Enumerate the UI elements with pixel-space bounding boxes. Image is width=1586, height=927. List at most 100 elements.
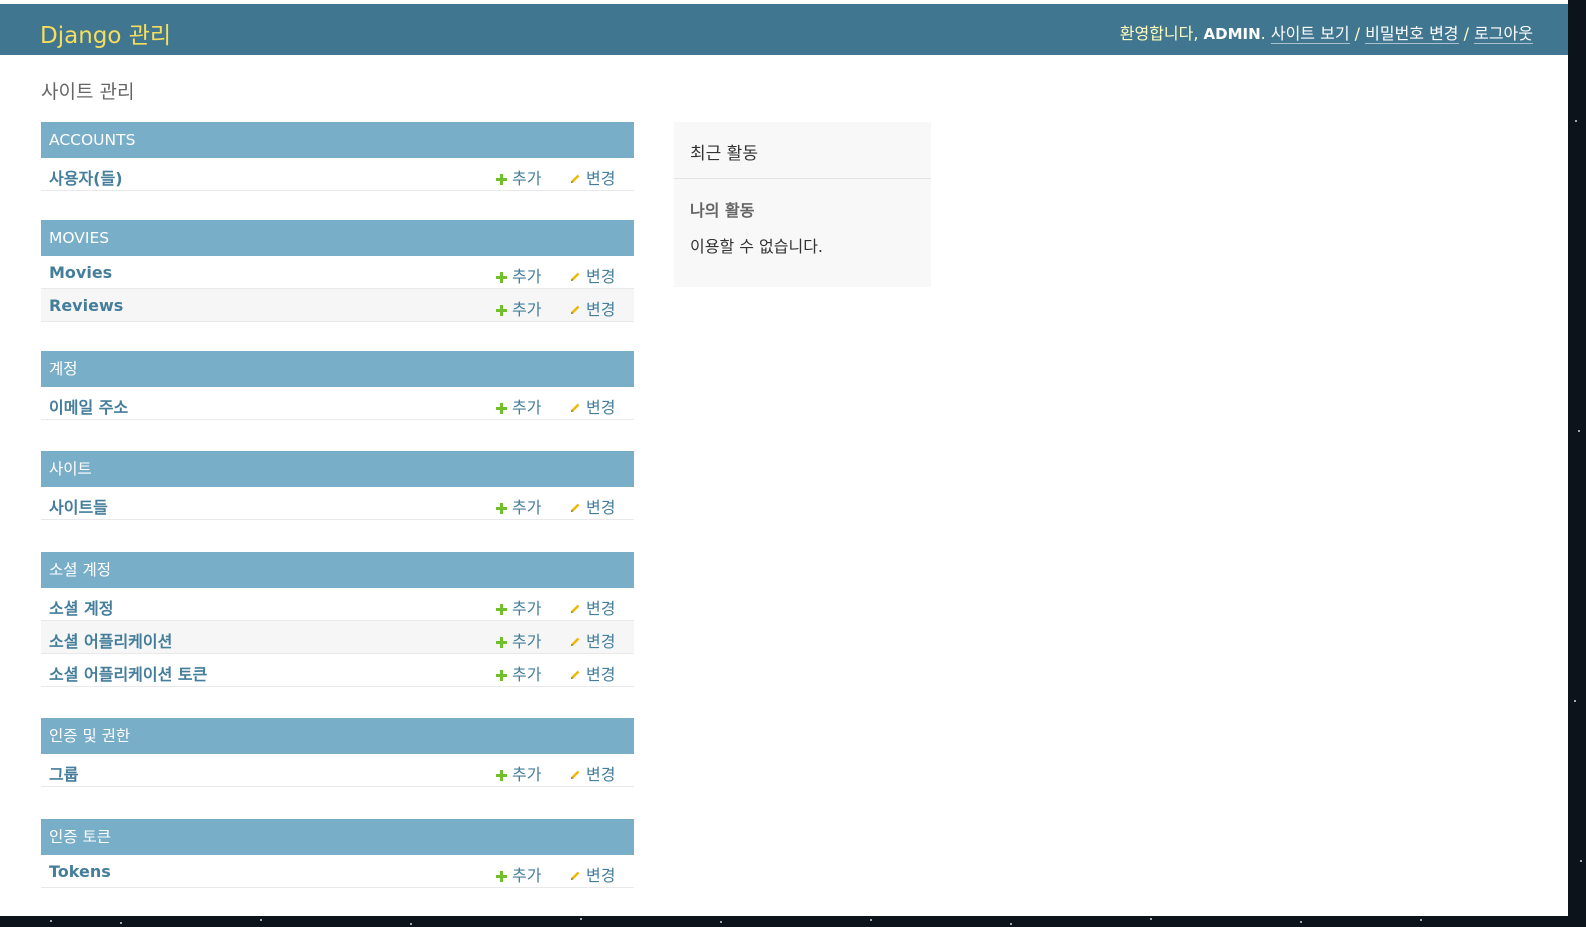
separator: /	[1354, 24, 1361, 43]
module-caption[interactable]: 사이트	[41, 451, 634, 487]
pencil-icon	[571, 637, 580, 646]
plus-icon	[496, 604, 507, 615]
change-label: 변경	[586, 866, 616, 885]
pencil-icon	[571, 305, 580, 314]
user-tools: 환영합니다, ADMIN. 사이트 보기 / 비밀번호 변경 / 로그아웃	[1120, 20, 1533, 44]
app-module: 소셜 계정 소셜 계정 추가 변경 소셜 어플리케이션 추가 변경 소셜 어플리케이션 토큰 추…	[41, 552, 634, 687]
change-link[interactable]: 변경	[569, 296, 615, 320]
change-label: 변경	[586, 498, 616, 517]
app-module: ACCOUNTS 사용자(들) 추가 변경	[41, 122, 634, 191]
plus-icon	[496, 637, 507, 648]
module-caption[interactable]: 인증 토큰	[41, 819, 634, 855]
recent-actions-title: 최근 활동	[690, 144, 758, 164]
background-star	[580, 918, 582, 920]
add-label: 추가	[512, 632, 542, 651]
change-link[interactable]: 변경	[569, 595, 615, 619]
add-link[interactable]: 추가	[496, 862, 541, 886]
site-branding[interactable]: Django 관리	[40, 16, 171, 50]
welcome-text: 환영합니다,	[1119, 24, 1199, 43]
model-link[interactable]: 그룹	[49, 761, 78, 785]
change-link[interactable]: 변경	[569, 862, 615, 886]
app-module: 인증 및 권한그룹 추가 변경	[41, 718, 634, 787]
add-link[interactable]: 추가	[496, 394, 541, 418]
background-star	[120, 922, 122, 924]
add-link[interactable]: 추가	[496, 165, 541, 189]
plus-icon	[496, 770, 507, 781]
recent-actions-panel: 최근 활동 나의 활동 이용할 수 없습니다.	[674, 122, 931, 287]
divider	[674, 178, 931, 179]
model-link[interactable]: 소셜 어플리케이션	[49, 628, 172, 652]
background-star	[1300, 921, 1302, 923]
model-link[interactable]: Reviews	[49, 296, 123, 315]
model-row: 이메일 주소 추가 변경	[41, 387, 634, 420]
add-label: 추가	[512, 398, 542, 417]
change-label: 변경	[586, 169, 616, 188]
add-label: 추가	[512, 300, 542, 319]
change-link[interactable]: 변경	[569, 165, 615, 189]
model-link[interactable]: Tokens	[49, 862, 111, 881]
change-label: 변경	[586, 632, 616, 651]
page-title: 사이트 관리	[41, 81, 135, 103]
model-link[interactable]: 소셜 계정	[49, 595, 113, 619]
module-caption[interactable]: 인증 및 권한	[41, 718, 634, 754]
change-link[interactable]: 변경	[569, 761, 615, 785]
background-star	[410, 923, 412, 925]
pencil-icon	[571, 604, 580, 613]
background-star	[720, 921, 722, 923]
app-module: 인증 토큰 Tokens 추가 변경	[41, 819, 634, 888]
model-row: 소셜 계정 추가 변경	[41, 588, 634, 621]
add-link[interactable]: 추가	[496, 628, 541, 652]
change-link[interactable]: 변경	[569, 394, 615, 418]
model-row: 사이트들 추가 변경	[41, 487, 634, 520]
model-link[interactable]: 이메일 주소	[49, 394, 128, 418]
add-label: 추가	[512, 765, 542, 784]
pencil-icon	[571, 174, 580, 183]
background-star	[1010, 923, 1012, 925]
model-link[interactable]: 사용자(들)	[49, 165, 123, 189]
module-caption[interactable]: 소셜 계정	[41, 552, 634, 588]
username: ADMIN	[1203, 25, 1261, 43]
model-link[interactable]: Movies	[49, 263, 112, 282]
add-label: 추가	[512, 599, 542, 618]
change-link[interactable]: 변경	[569, 263, 615, 287]
model-link[interactable]: 소셜 어플리케이션 토큰	[49, 661, 207, 685]
model-row: Reviews 추가 변경	[41, 289, 634, 322]
pencil-icon	[571, 272, 580, 281]
add-link[interactable]: 추가	[496, 494, 541, 518]
background-star	[1575, 120, 1577, 122]
pencil-icon	[571, 770, 580, 779]
desktop-background	[1568, 0, 1586, 927]
background-star	[260, 919, 262, 921]
my-actions-heading: 나의 활동	[690, 201, 755, 220]
add-link[interactable]: 추가	[496, 661, 541, 685]
module-caption[interactable]: ACCOUNTS	[41, 122, 634, 158]
plus-icon	[496, 403, 507, 414]
view-site-link[interactable]: 사이트 보기	[1270, 24, 1350, 44]
module-caption[interactable]: 계정	[41, 351, 634, 387]
plus-icon	[496, 305, 507, 316]
change-label: 변경	[586, 300, 616, 319]
change-link[interactable]: 변경	[569, 628, 615, 652]
password-change-link[interactable]: 비밀번호 변경	[1365, 24, 1459, 44]
background-star	[1578, 430, 1580, 432]
add-link[interactable]: 추가	[496, 761, 541, 785]
change-link[interactable]: 변경	[569, 494, 615, 518]
app-module: 계정이메일 주소 추가 변경	[41, 351, 634, 420]
add-link[interactable]: 추가	[496, 595, 541, 619]
admin-page: Django 관리 환영합니다, ADMIN. 사이트 보기 / 비밀번호 변경…	[0, 0, 1568, 916]
pencil-icon	[571, 503, 580, 512]
add-link[interactable]: 추가	[496, 263, 541, 287]
add-link[interactable]: 추가	[496, 296, 541, 320]
pencil-icon	[571, 403, 580, 412]
add-label: 추가	[512, 498, 542, 517]
plus-icon	[496, 670, 507, 681]
change-label: 변경	[586, 665, 616, 684]
change-link[interactable]: 변경	[569, 661, 615, 685]
model-row: Tokens 추가 변경	[41, 855, 634, 888]
add-label: 추가	[512, 866, 542, 885]
module-caption[interactable]: MOVIES	[41, 220, 634, 256]
logout-link[interactable]: 로그아웃	[1474, 24, 1533, 44]
model-link[interactable]: 사이트들	[49, 494, 108, 518]
background-star	[50, 920, 52, 922]
add-label: 추가	[512, 267, 542, 286]
